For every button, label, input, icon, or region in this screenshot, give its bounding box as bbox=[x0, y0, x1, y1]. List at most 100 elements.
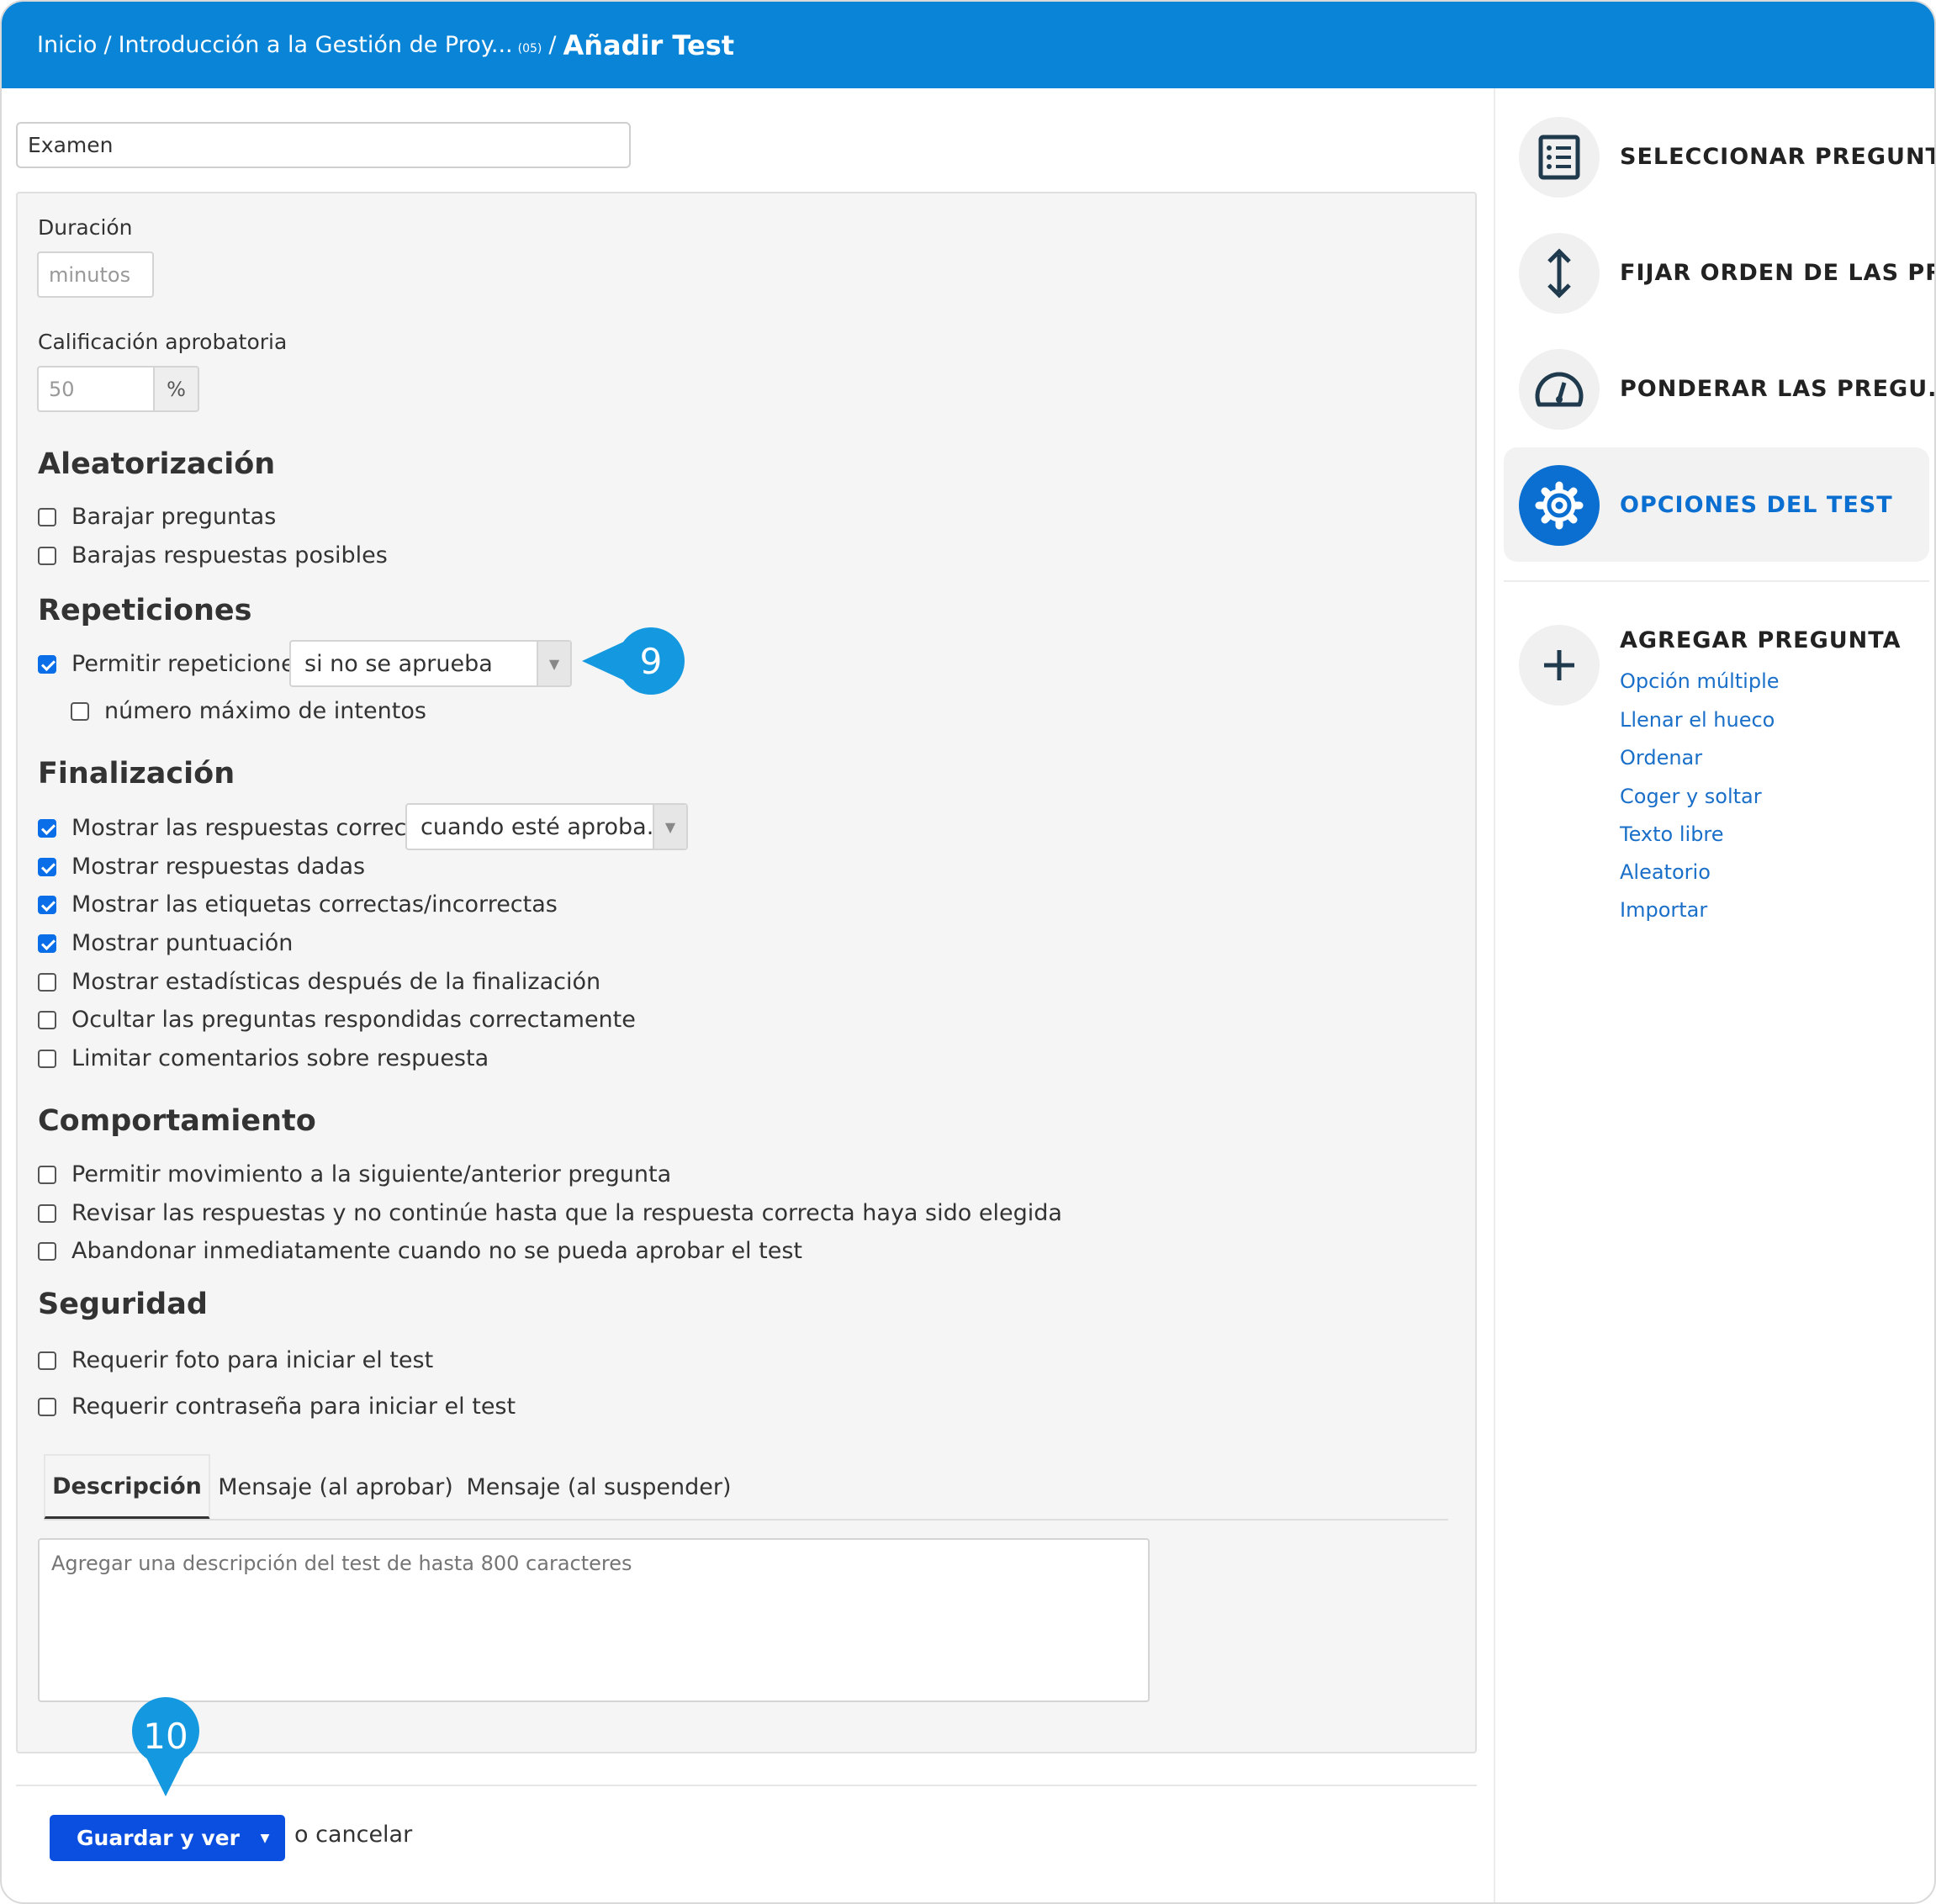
breadcrumb-home-link[interactable]: Inicio bbox=[37, 32, 97, 58]
max-attempts-option[interactable]: número máximo de intentos bbox=[71, 698, 426, 724]
tab-pass-message[interactable]: Mensaje (al aprobar) bbox=[218, 1454, 453, 1520]
chevron-down-icon[interactable]: ▼ bbox=[245, 1815, 285, 1861]
tabs-divider bbox=[44, 1519, 1448, 1521]
app-window: Inicio / Introducción a la Gestión de Pr… bbox=[0, 0, 1936, 1904]
add-random-link[interactable]: Aleatorio bbox=[1620, 860, 1711, 884]
sidebar-separator bbox=[1504, 580, 1929, 582]
cancel-link[interactable]: o cancelar bbox=[294, 1822, 412, 1848]
shuffle-questions-option[interactable]: Barajar preguntas bbox=[38, 504, 276, 530]
vertical-arrows-icon bbox=[1519, 233, 1600, 314]
allow-navigation-option[interactable]: Permitir movimiento a la siguiente/anter… bbox=[38, 1161, 671, 1187]
show-score-checkbox[interactable] bbox=[38, 933, 56, 953]
add-drag-drop-link[interactable]: Coger y soltar bbox=[1620, 785, 1762, 808]
tab-fail-message[interactable]: Mensaje (al suspender) bbox=[467, 1454, 732, 1520]
show-correct-answers-label: Mostrar las respuestas correctas bbox=[71, 815, 442, 841]
sidebar-item-weight-questions[interactable]: PONDERAR LAS PREGU... bbox=[1504, 331, 1934, 446]
allow-navigation-checkbox[interactable] bbox=[38, 1165, 56, 1184]
shuffle-questions-checkbox[interactable] bbox=[38, 507, 56, 526]
limit-feedback-checkbox[interactable] bbox=[38, 1049, 56, 1068]
breadcrumb: Inicio / Introducción a la Gestión de Pr… bbox=[2, 2, 1934, 88]
description-textarea[interactable] bbox=[38, 1538, 1150, 1702]
require-correct-answer-label: Revisar las respuestas y no continúe has… bbox=[71, 1200, 1062, 1226]
show-statistics-option[interactable]: Mostrar estadísticas después de la final… bbox=[38, 969, 600, 995]
abandon-on-fail-label: Abandonar inmediatamente cuando no se pu… bbox=[71, 1238, 802, 1264]
duration-input[interactable]: minutos bbox=[37, 251, 154, 298]
hide-correct-questions-checkbox[interactable] bbox=[38, 1010, 56, 1029]
passing-grade-value: 50 bbox=[49, 377, 75, 401]
allow-repetitions-option[interactable]: Permitir repeticiones bbox=[38, 651, 307, 677]
add-question-title: AGREGAR PREGUNTA bbox=[1620, 627, 1902, 653]
randomization-title: Aleatorización bbox=[38, 447, 276, 481]
shuffle-answers-label: Barajas respuestas posibles bbox=[71, 542, 388, 569]
callout-badge-10: 10 bbox=[143, 1715, 188, 1757]
save-and-view-button[interactable]: Guardar y ver ▼ bbox=[50, 1815, 285, 1861]
abandon-on-fail-checkbox[interactable] bbox=[38, 1241, 56, 1261]
show-correct-labels-checkbox[interactable] bbox=[38, 895, 56, 914]
show-correct-answers-checkbox[interactable] bbox=[38, 818, 56, 838]
max-attempts-label: número máximo de intentos bbox=[104, 698, 426, 724]
add-ordering-link[interactable]: Ordenar bbox=[1620, 746, 1702, 770]
repetition-mode-value: si no se aprueba bbox=[304, 650, 493, 677]
add-fill-blank-link[interactable]: Llenar el hueco bbox=[1620, 708, 1775, 732]
add-free-text-link[interactable]: Texto libre bbox=[1620, 822, 1724, 846]
show-score-option[interactable]: Mostrar puntuación bbox=[38, 930, 293, 956]
import-questions-link[interactable]: Importar bbox=[1620, 898, 1707, 922]
breadcrumb-course-count: (05) bbox=[517, 41, 542, 56]
percent-addon: % bbox=[153, 366, 199, 412]
show-correct-answers-option[interactable]: Mostrar las respuestas correctas bbox=[38, 815, 442, 841]
show-correct-labels-option[interactable]: Mostrar las etiquetas correctas/incorrec… bbox=[38, 891, 558, 918]
require-password-option[interactable]: Requerir contraseña para iniciar el test bbox=[38, 1394, 516, 1420]
page-title: Añadir Test bbox=[563, 29, 735, 61]
shuffle-answers-checkbox[interactable] bbox=[38, 546, 56, 565]
show-given-answers-label: Mostrar respuestas dadas bbox=[71, 854, 366, 880]
security-title: Seguridad bbox=[38, 1288, 208, 1321]
sidebar-divider bbox=[1494, 88, 1495, 1902]
chevron-down-icon: ▼ bbox=[537, 642, 570, 685]
require-photo-option[interactable]: Requerir foto para iniciar el test bbox=[38, 1347, 433, 1373]
sidebar-item-select-questions[interactable]: SELECCIONAR PREGUNT... bbox=[1504, 99, 1934, 214]
breadcrumb-separator: / bbox=[548, 32, 557, 58]
allow-navigation-label: Permitir movimiento a la siguiente/anter… bbox=[71, 1161, 672, 1187]
show-correct-labels-label: Mostrar las etiquetas correctas/incorrec… bbox=[71, 891, 558, 918]
repetitions-title: Repeticiones bbox=[38, 594, 252, 627]
show-statistics-checkbox[interactable] bbox=[38, 972, 56, 992]
require-correct-answer-option[interactable]: Revisar las respuestas y no continúe has… bbox=[38, 1200, 1062, 1226]
require-password-label: Requerir contraseña para iniciar el test bbox=[71, 1394, 516, 1420]
show-given-answers-option[interactable]: Mostrar respuestas dadas bbox=[38, 854, 365, 880]
repetition-mode-select[interactable]: si no se aprueba ▼ bbox=[289, 640, 572, 687]
limit-feedback-option[interactable]: Limitar comentarios sobre respuesta bbox=[38, 1045, 489, 1071]
show-correct-mode-select[interactable]: cuando esté aproba... ▼ bbox=[405, 803, 688, 850]
tab-description[interactable]: Descripción bbox=[44, 1454, 210, 1520]
require-photo-checkbox[interactable] bbox=[38, 1351, 56, 1370]
show-given-answers-checkbox[interactable] bbox=[38, 857, 56, 876]
callout-badge-9: 9 bbox=[639, 640, 663, 682]
abandon-on-fail-option[interactable]: Abandonar inmediatamente cuando no se pu… bbox=[38, 1238, 802, 1264]
breadcrumb-separator: / bbox=[103, 32, 112, 58]
passing-grade-input[interactable]: 50 bbox=[37, 366, 155, 412]
sidebar-item-test-options[interactable]: OPCIONES DEL TEST bbox=[1504, 447, 1929, 562]
test-title-input[interactable] bbox=[16, 122, 631, 168]
hide-correct-questions-label: Ocultar las preguntas respondidas correc… bbox=[71, 1007, 636, 1033]
breadcrumb-course-link[interactable]: Introducción a la Gestión de Proy... bbox=[119, 32, 513, 58]
require-correct-answer-checkbox[interactable] bbox=[38, 1203, 56, 1223]
show-statistics-label: Mostrar estadísticas después de la final… bbox=[71, 969, 601, 995]
sidebar-item-set-order[interactable]: FIJAR ORDEN DE LAS PR... bbox=[1504, 215, 1934, 330]
plus-icon[interactable] bbox=[1519, 625, 1600, 706]
sidebar-item-label: PONDERAR LAS PREGU... bbox=[1620, 375, 1936, 402]
limit-feedback-label: Limitar comentarios sobre respuesta bbox=[71, 1045, 489, 1071]
hide-correct-questions-option[interactable]: Ocultar las preguntas respondidas correc… bbox=[38, 1007, 636, 1033]
max-attempts-checkbox[interactable] bbox=[71, 701, 89, 721]
passing-grade-label: Calificación aprobatoria bbox=[38, 330, 288, 354]
checklist-icon bbox=[1519, 117, 1600, 198]
sidebar-item-label: SELECCIONAR PREGUNT... bbox=[1620, 143, 1936, 170]
show-score-label: Mostrar puntuación bbox=[71, 930, 294, 956]
footer-divider bbox=[16, 1785, 1477, 1786]
save-and-view-label: Guardar y ver bbox=[77, 1826, 240, 1850]
finalization-title: Finalización bbox=[38, 757, 235, 791]
require-password-checkbox[interactable] bbox=[38, 1397, 56, 1416]
allow-repetitions-checkbox[interactable] bbox=[38, 654, 56, 674]
require-photo-label: Requerir foto para iniciar el test bbox=[71, 1347, 434, 1373]
add-multiple-choice-link[interactable]: Opción múltiple bbox=[1620, 669, 1780, 693]
shuffle-answers-option[interactable]: Barajas respuestas posibles bbox=[38, 542, 388, 569]
sidebar-item-label: OPCIONES DEL TEST bbox=[1620, 491, 1893, 518]
